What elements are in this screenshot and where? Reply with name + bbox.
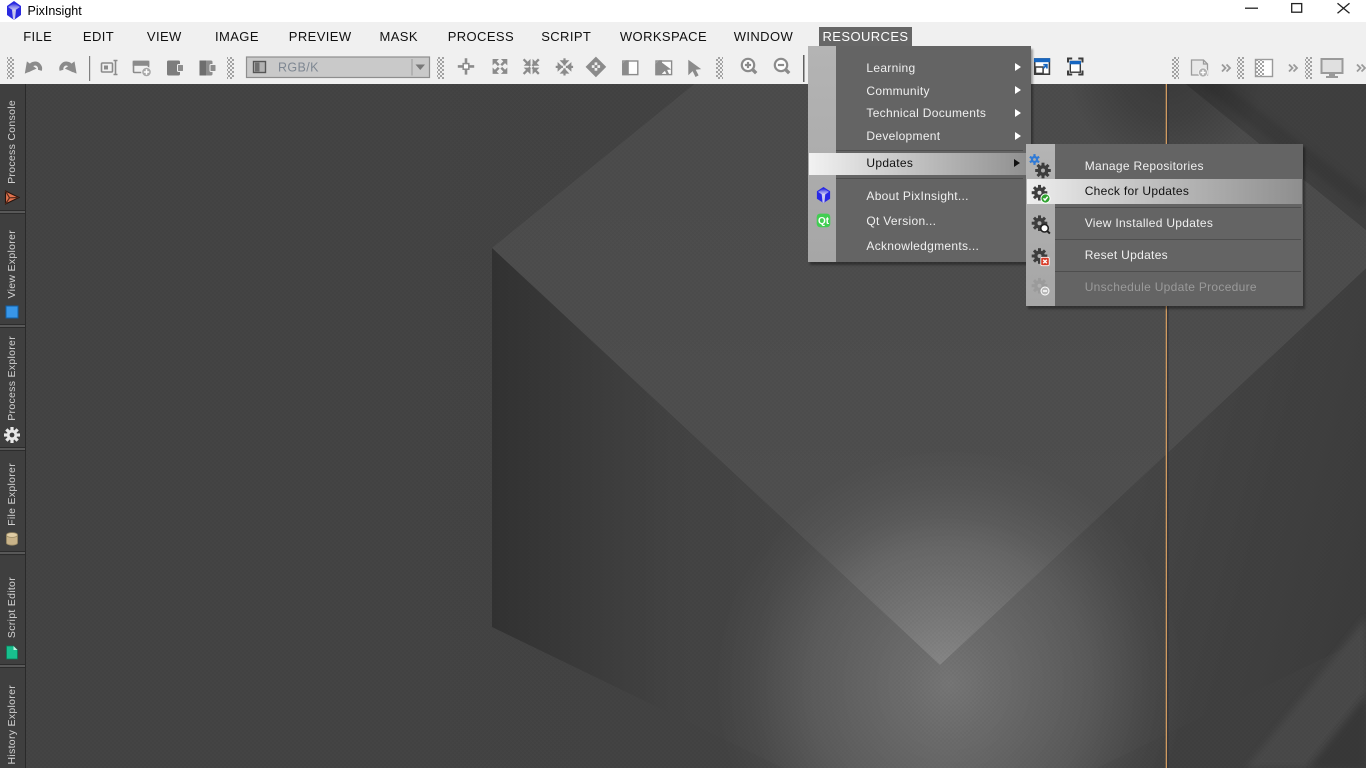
svg-text:RGB/K: RGB/K (278, 61, 319, 75)
